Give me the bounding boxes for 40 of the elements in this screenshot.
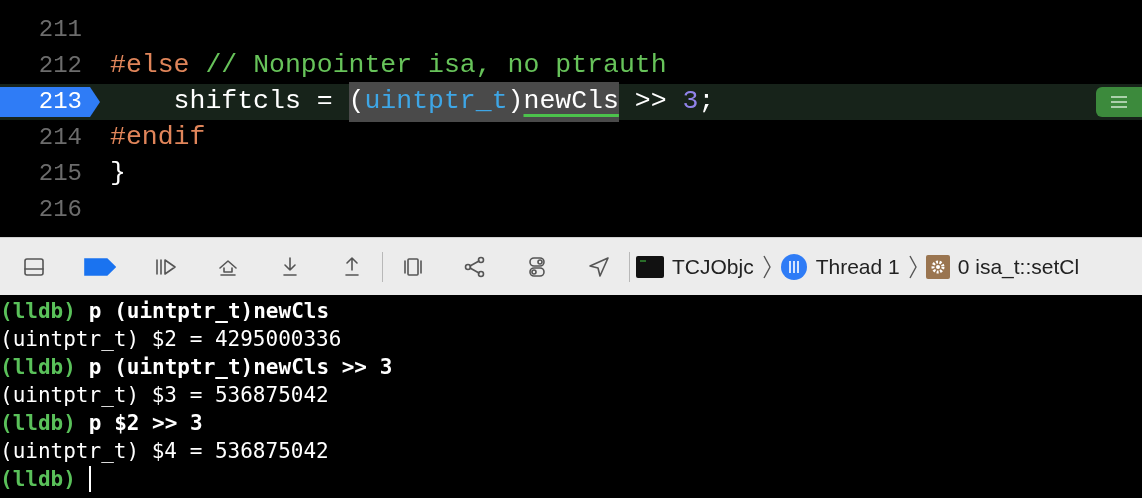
code-token: #else bbox=[110, 49, 190, 83]
lldb-prompt: (lldb) bbox=[0, 466, 76, 493]
location-icon[interactable] bbox=[587, 254, 611, 279]
code-token: // Nonpointer isa, no ptrauth bbox=[204, 49, 667, 83]
breakpoint-icon[interactable] bbox=[84, 256, 116, 277]
code-token: #endif bbox=[110, 121, 206, 155]
chevron-icon bbox=[761, 253, 772, 280]
memory-graph-icon[interactable] bbox=[463, 254, 487, 279]
gear-icon bbox=[925, 254, 950, 279]
chevron-icon bbox=[907, 253, 918, 280]
console-command: p (uintptr_t)newCls >> 3 bbox=[88, 354, 393, 381]
lldb-prompt: (lldb) bbox=[0, 298, 76, 325]
code-token: newCls bbox=[523, 82, 619, 122]
code-token: ( bbox=[348, 82, 365, 122]
code-token: >> bbox=[633, 85, 668, 119]
breadcrumb-item[interactable]: 0 isa_t::setCl bbox=[925, 250, 1080, 283]
console-output: (uintptr_t) $4 = 536875042 bbox=[0, 438, 329, 465]
menu-button[interactable] bbox=[1096, 87, 1142, 117]
breadcrumb-item[interactable]: TCJObjc bbox=[636, 250, 754, 283]
line-number: 212 bbox=[38, 51, 82, 81]
console-output: (uintptr_t) $3 = 536875042 bbox=[0, 382, 329, 409]
lldb-prompt: (lldb) bbox=[0, 410, 76, 437]
line-number: 214 bbox=[38, 123, 82, 153]
breadcrumb-item[interactable]: Thread 1 bbox=[779, 250, 900, 283]
console-output: (uintptr_t) $2 = 4295000336 bbox=[0, 326, 342, 353]
console-command: p (uintptr_t)newCls bbox=[88, 298, 330, 325]
line-number: 211 bbox=[38, 15, 82, 45]
text-cursor bbox=[88, 466, 91, 492]
code-token: ; bbox=[698, 85, 715, 119]
code-token: shiftcls = bbox=[172, 85, 334, 119]
thread-icon bbox=[779, 252, 808, 281]
code-token: } bbox=[110, 157, 126, 191]
code-token: uintptr_t bbox=[364, 82, 508, 122]
line-number: 215 bbox=[38, 159, 82, 189]
console-command: p $2 >> 3 bbox=[88, 410, 203, 437]
line-number: 216 bbox=[38, 195, 82, 225]
lldb-prompt: (lldb) bbox=[0, 354, 76, 381]
code-token: 3 bbox=[682, 85, 699, 119]
terminal-icon bbox=[636, 254, 664, 279]
menu-icon bbox=[1110, 96, 1128, 108]
